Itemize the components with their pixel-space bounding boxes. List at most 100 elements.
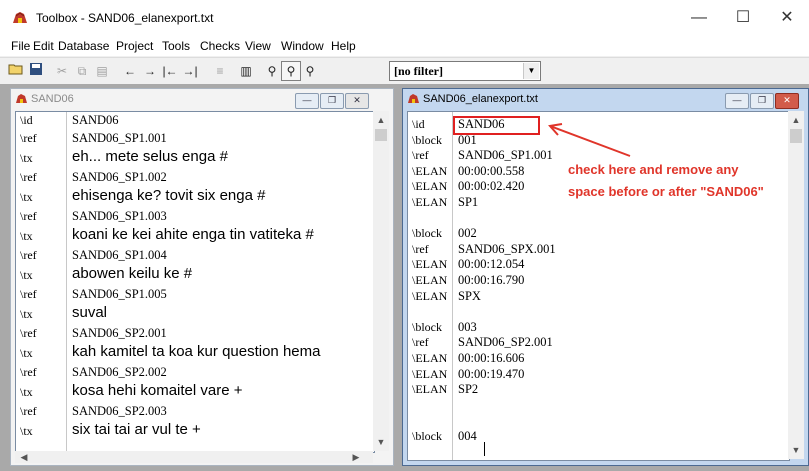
record-marker: \ref [412,241,429,256]
right-close-button[interactable]: ✕ [775,93,799,109]
scroll-right-icon[interactable]: ▶ [349,450,363,464]
menu-file[interactable]: File [11,39,30,53]
paste-icon[interactable]: ▤ [92,61,112,81]
left-document-window: SAND06 — ❐ ✕ \id SAND06 \ref SAND06_SP1.001… [10,88,394,466]
scroll-up-icon[interactable]: ▲ [374,113,388,127]
menu-project[interactable]: Project [116,39,153,53]
left-window-title: SAND06 [31,93,74,105]
field-value[interactable]: SP1 [458,195,478,210]
right-minimize-button[interactable]: — [725,93,749,109]
field-value[interactable]: 002 [458,226,477,241]
reference-value[interactable]: SAND06_SP2.003 [72,404,167,419]
first-record-icon[interactable]: |← [160,61,180,81]
field-value[interactable]: SAND06_SP1.001 [458,148,553,163]
field-value[interactable]: 00:00:02.420 [458,179,524,194]
left-minimize-button[interactable]: — [295,93,319,109]
browse-view-icon[interactable]: ▥ [236,61,256,81]
reference-value[interactable]: SAND06_SP2.002 [72,365,167,380]
scroll-down-icon[interactable]: ▼ [789,443,803,457]
last-record-icon[interactable]: →| [180,61,200,81]
annotation-line-2: space before or after "SAND06" [568,184,764,199]
filter-value: [no filter] [394,64,443,78]
field-value[interactable]: 00:00:00.558 [458,164,524,179]
reference-value[interactable]: SAND06_SP2.001 [72,326,167,341]
save-icon[interactable] [26,61,46,81]
align-icon[interactable]: ≡ [210,61,230,81]
field-value[interactable]: 00:00:12.054 [458,257,524,272]
menu-edit[interactable]: Edit [33,39,54,53]
reference-value[interactable]: SAND06_SP1.002 [72,170,167,185]
copy-icon[interactable]: ⧉ [72,61,92,81]
text-field-value[interactable]: kah kamitel ta koa kur question hema [72,343,320,360]
text-field-value[interactable]: eh... mete selus enga # [72,148,228,165]
menu-window[interactable]: Window [281,39,324,53]
field-value[interactable]: 001 [458,133,477,148]
find-next-icon[interactable]: ⚲ [281,61,301,81]
right-record-pane[interactable]: check here and remove any space before o… [407,111,790,461]
record-marker: \tx [20,268,33,282]
record-marker: \tx [20,385,33,399]
text-field-value[interactable]: kosa hehi komaitel vare + [72,382,243,399]
right-restore-button[interactable]: ❐ [750,93,774,109]
menu-view[interactable]: View [245,39,271,53]
field-value[interactable]: SAND06_SP2.001 [458,335,553,350]
scroll-thumb[interactable] [375,129,387,141]
left-restore-button[interactable]: ❐ [320,93,344,109]
left-horizontal-scrollbar[interactable]: ◀ ▶ [15,451,373,463]
record-marker: \tx [20,151,33,165]
menu-tools[interactable]: Tools [162,39,190,53]
record-marker: \tx [20,190,33,204]
annotation-arrow-icon [548,123,631,157]
record-marker: \ELAN [412,257,448,272]
find-previous-icon[interactable]: ⚲ [300,61,320,81]
reference-value[interactable]: SAND06_SP1.004 [72,248,167,263]
right-document-window: SAND06_elanexport.txt — ❐ ✕ check here a… [402,88,809,466]
scroll-up-icon[interactable]: ▲ [789,113,803,127]
text-field-value[interactable]: six tai tai ar vul te + [72,421,201,438]
left-record-pane[interactable]: \id SAND06 \ref SAND06_SP1.001 \tx eh... mete… [15,111,375,453]
field-value[interactable]: 003 [458,320,477,335]
record-marker: \ELAN [412,351,448,365]
menu-checks[interactable]: Checks [200,39,240,53]
menu-help[interactable]: Help [331,39,356,53]
close-button[interactable]: ✕ [765,6,809,32]
field-value[interactable]: 004 [458,429,477,444]
find-icon[interactable]: ⚲ [262,61,282,81]
field-value[interactable]: 00:00:16.790 [458,273,524,288]
menu-database[interactable]: Database [58,39,109,53]
maximize-button[interactable]: ☐ [721,6,765,32]
field-value[interactable]: SP2 [458,382,478,397]
text-field-value[interactable]: suval [72,304,107,321]
record-marker: \tx [20,229,33,243]
chevron-down-icon[interactable]: ▼ [523,63,539,79]
text-field-value[interactable]: ehisenga ke? tovit six enga # [72,187,265,204]
scroll-left-icon[interactable]: ◀ [17,450,31,464]
scroll-down-icon[interactable]: ▼ [374,435,388,449]
record-marker: \ELAN [412,273,448,287]
field-value[interactable]: SAND06 [458,117,505,132]
left-vertical-scrollbar[interactable]: ▲ ▼ [373,111,389,451]
field-value[interactable]: 00:00:16.606 [458,351,524,366]
reference-value[interactable]: SAND06_SP1.005 [72,287,167,302]
next-record-icon[interactable]: → [140,61,160,81]
previous-record-icon[interactable]: ← [120,61,140,81]
record-marker: \ELAN [412,288,448,303]
scroll-thumb[interactable] [790,129,802,143]
record-marker: \id [20,113,33,127]
reference-value[interactable]: SAND06_SP1.001 [72,131,167,146]
record-marker: \ELAN [412,382,448,397]
field-value[interactable]: SAND06_SPX.001 [458,242,556,257]
reference-value[interactable]: SAND06_SP1.003 [72,209,167,224]
field-value[interactable]: SPX [458,289,481,304]
text-field-value[interactable]: abowen keilu ke # [72,265,192,282]
text-field-value[interactable]: koani ke kei ahite enga tin vatiteka # [72,226,314,243]
reference-value[interactable]: SAND06 [72,113,119,128]
minimize-button[interactable]: — [677,6,721,32]
field-value[interactable]: 00:00:19.470 [458,367,524,382]
right-vertical-scrollbar[interactable]: ▲ ▼ [788,111,804,459]
cut-icon[interactable]: ✂ [52,61,72,81]
record-marker: \block [412,319,442,334]
filter-dropdown[interactable]: [no filter] ▼ [389,61,541,81]
left-close-button[interactable]: ✕ [345,93,369,109]
open-file-icon[interactable] [6,61,26,81]
